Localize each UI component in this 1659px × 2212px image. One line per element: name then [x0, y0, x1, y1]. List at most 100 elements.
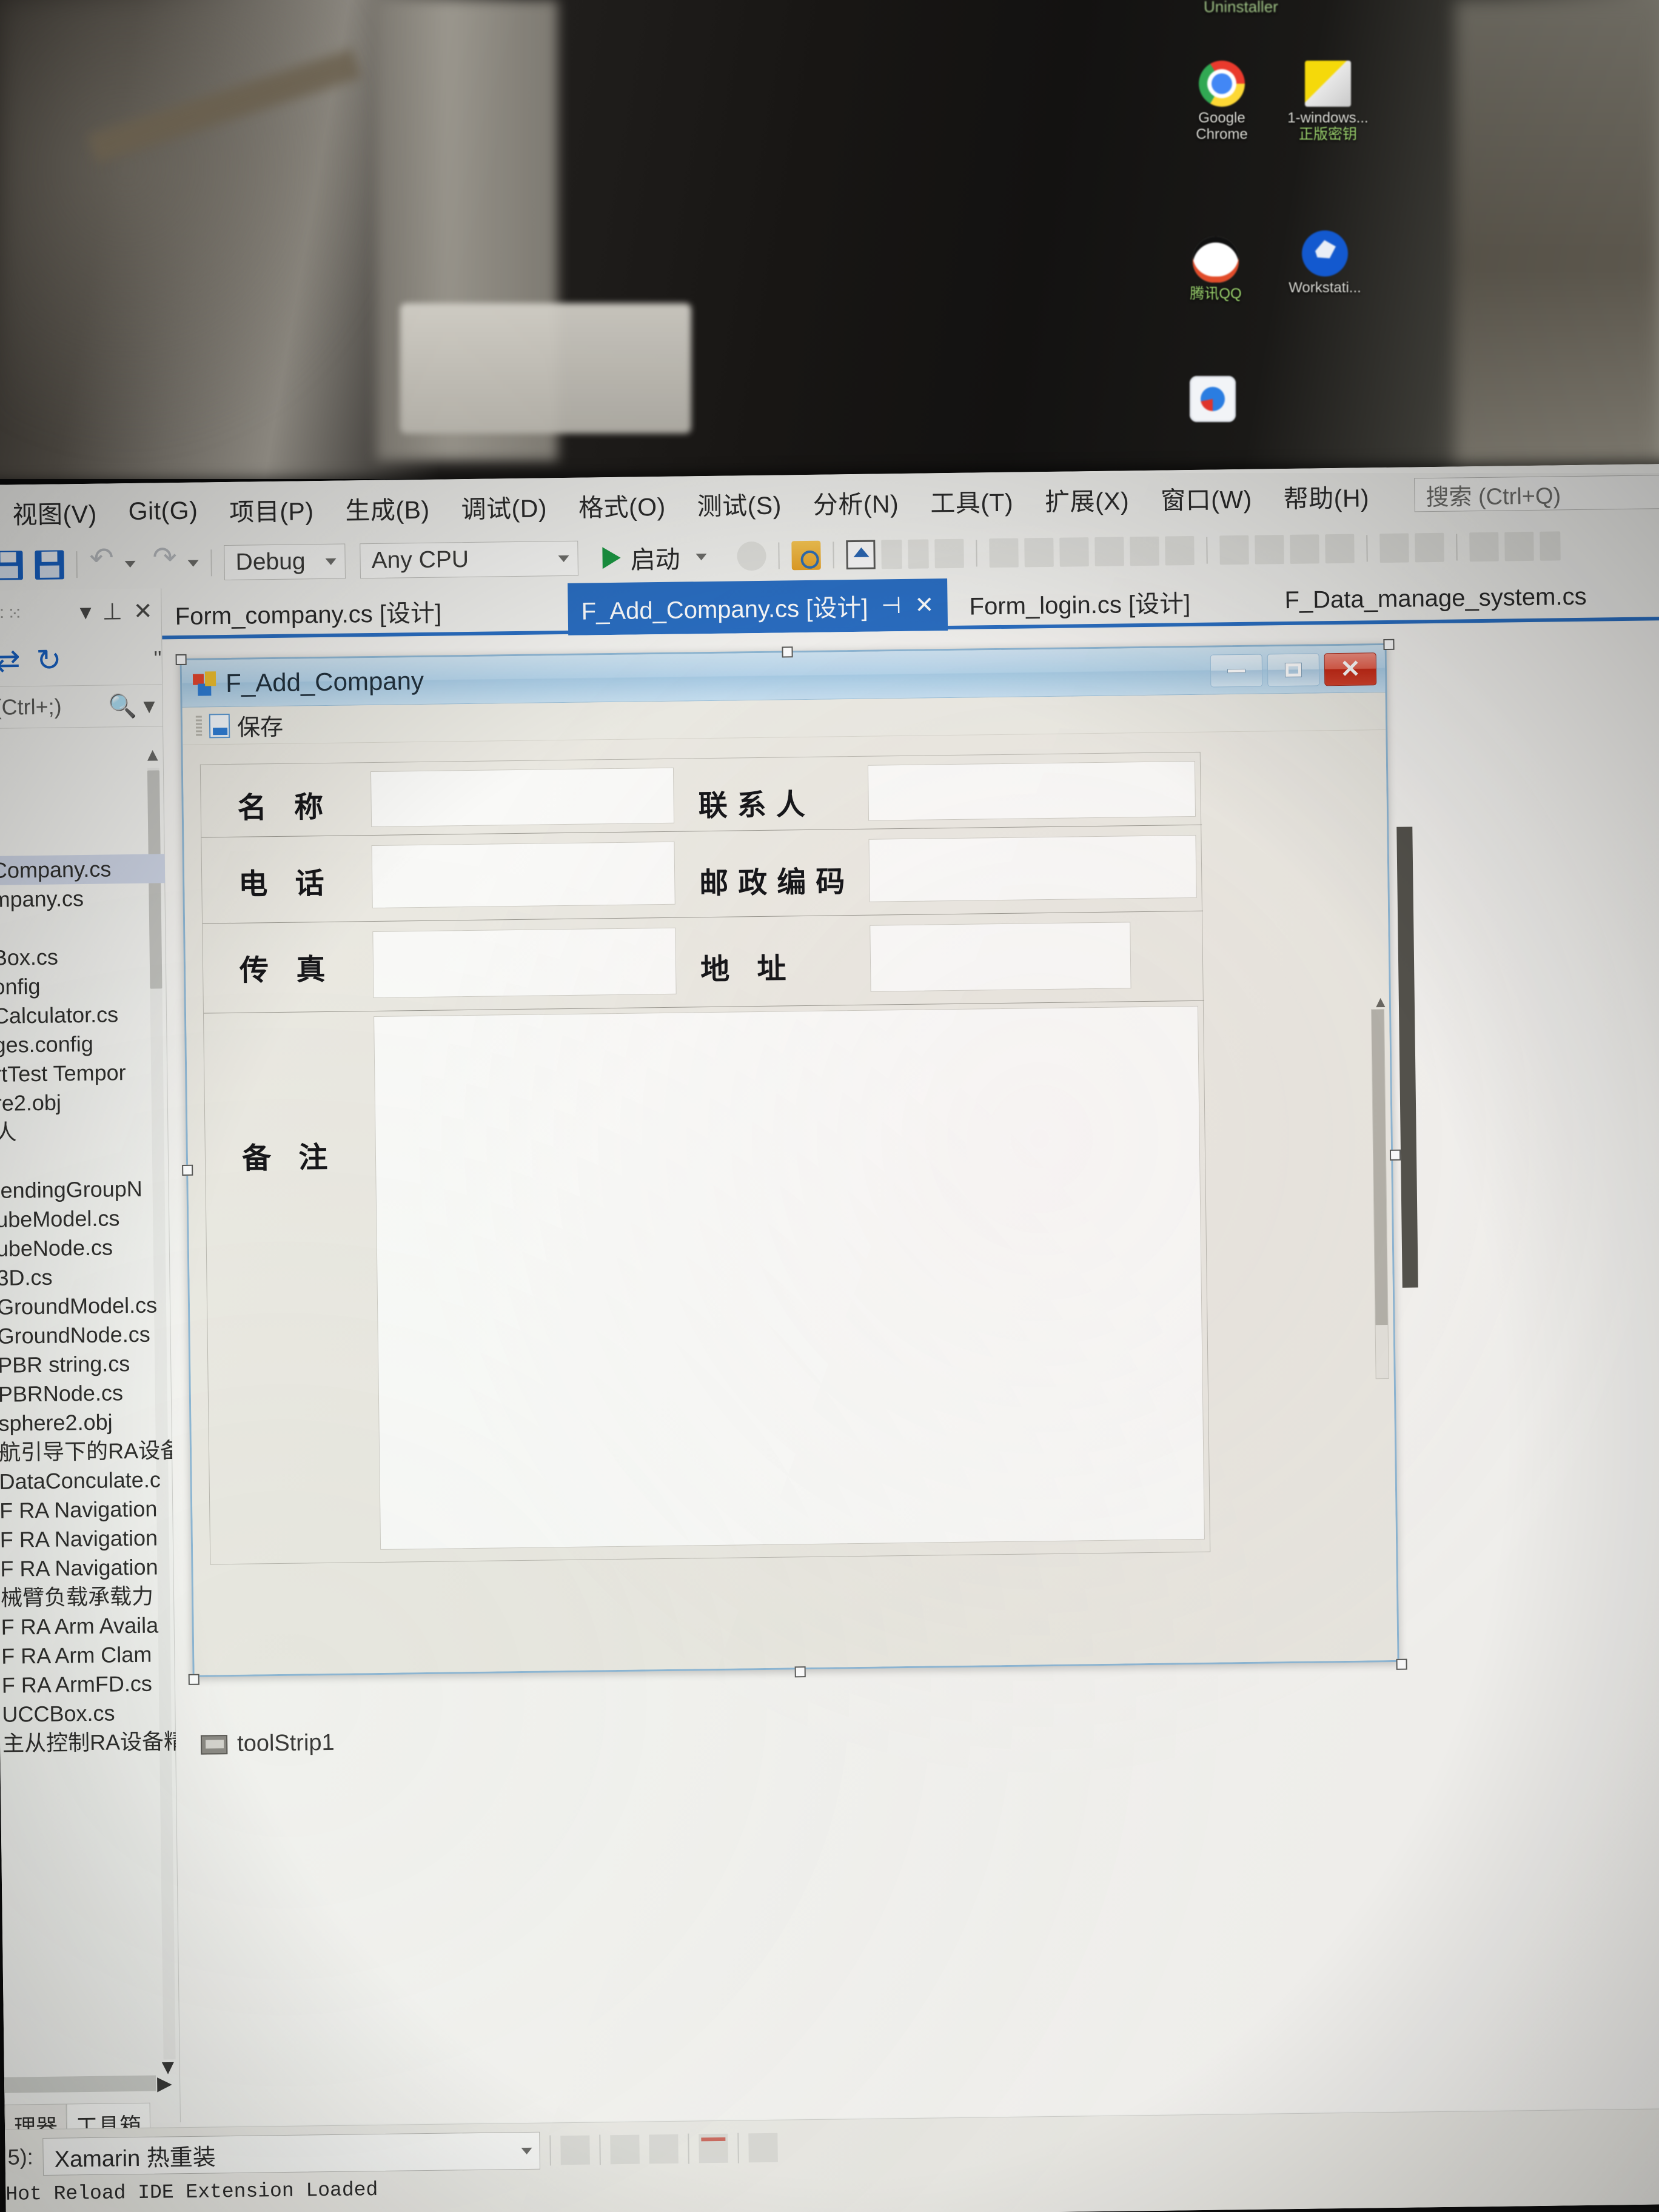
desktop-icon-windows-key[interactable]: 1-windows... 正版密钥 [1282, 61, 1373, 143]
form-designer-surface[interactable]: F_Add_Company ✕ 保存 名 称 联系人 电 话 邮政编码 传 真 … [163, 621, 1659, 2127]
resize-handle-bc[interactable] [794, 1666, 806, 1678]
resize-handle-tl[interactable] [175, 654, 187, 666]
textbox-postcode[interactable] [868, 834, 1197, 902]
solution-explorer-item[interactable]: F RA Navigation [0, 1494, 173, 1526]
solution-explorer-item[interactable]: re2.obj [0, 1087, 168, 1118]
solution-explorer-item[interactable] [0, 912, 166, 943]
horizontal-scrollbar[interactable] [4, 2075, 156, 2093]
solution-explorer-item[interactable]: 航引导下的RA设备 [0, 1436, 172, 1467]
center-horizontally-icon[interactable] [1325, 534, 1355, 564]
vertical-spacing-icon[interactable] [1415, 532, 1444, 563]
hot-reload-icon[interactable] [737, 541, 766, 571]
memo-vertical-scrollbar[interactable]: ▲ [1371, 993, 1389, 1379]
toggle-wrap-icon[interactable] [649, 2134, 679, 2164]
align-tops-icon[interactable] [1059, 537, 1089, 567]
desktop-icon-qq[interactable]: 腾讯QQ [1170, 236, 1261, 303]
redo-dropdown-icon[interactable] [187, 560, 199, 567]
clear-all-icon[interactable] [610, 2134, 640, 2165]
maximize-button[interactable] [1267, 653, 1320, 687]
desktop-icon-wps[interactable] [1167, 376, 1258, 426]
horizontal-spacing-icon[interactable] [1379, 533, 1409, 563]
menu-item-view[interactable]: 视图(V) [0, 493, 113, 531]
textbox-contact[interactable] [867, 760, 1196, 821]
pin-icon[interactable]: ⊥ [102, 598, 122, 625]
send-to-back-icon[interactable] [1504, 531, 1534, 561]
refresh-icon[interactable]: ↻ [36, 642, 62, 678]
textbox-name[interactable] [370, 767, 675, 828]
configuration-combo[interactable]: Debug [224, 543, 346, 581]
find-icon[interactable] [560, 2135, 590, 2165]
solution-explorer-item[interactable]: F RA Arm Availa [0, 1610, 175, 1642]
close-button[interactable]: ✕ [1324, 652, 1377, 686]
minimize-button[interactable] [1210, 654, 1263, 688]
resize-handle-br[interactable] [1396, 1658, 1407, 1670]
solution-explorer-item[interactable]: 3D.cs [0, 1261, 170, 1293]
search-input[interactable]: 搜索 (Ctrl+Q) [1414, 475, 1659, 512]
align-bottoms-icon[interactable] [1130, 536, 1159, 566]
undo-icon[interactable] [89, 549, 119, 579]
solution-explorer-item[interactable]: UCCBox.cs [0, 1698, 176, 1729]
resize-handle-tr[interactable] [1383, 638, 1395, 651]
solution-explorer-item[interactable]: PBR string.cs [0, 1349, 172, 1380]
solution-explorer-item[interactable]: PBRNode.cs [0, 1378, 172, 1409]
menu-item-tools[interactable]: 工具(T) [914, 481, 1030, 519]
menu-item-format[interactable]: 格式(O) [563, 486, 682, 524]
solution-explorer-item[interactable]: sphere2.obj [0, 1407, 172, 1438]
align-middles-icon[interactable] [1094, 537, 1124, 566]
solution-explorer-item[interactable]: lendingGroupN [0, 1174, 169, 1205]
snap-to-grid-icon[interactable] [881, 539, 902, 569]
chevron-down-icon[interactable]: ▾ [79, 598, 92, 625]
solution-explorer-item[interactable]: Company.cs [0, 854, 166, 885]
word-wrap-icon[interactable] [748, 2133, 778, 2163]
resize-handle-bl[interactable] [188, 1674, 199, 1685]
menu-item-analyze[interactable]: 分析(N) [797, 483, 914, 521]
resize-handle-tc[interactable] [782, 646, 793, 658]
align-centers-icon[interactable] [989, 538, 1019, 568]
platform-combo[interactable]: Any CPU [360, 540, 578, 579]
solution-explorer-item[interactable]: Box.cs [0, 941, 166, 973]
toolstrip-component-icon[interactable] [200, 1734, 228, 1755]
menu-item-test[interactable]: 测试(S) [681, 484, 797, 522]
form-client-area[interactable]: 名 称 联系人 电 话 邮政编码 传 真 地 址 备 注 ▲ [183, 729, 1418, 1675]
close-icon[interactable]: ✕ [133, 597, 153, 625]
redo-icon[interactable] [152, 549, 182, 578]
solution-explorer-item[interactable]: DataConculate.c [0, 1465, 173, 1496]
save-icon[interactable] [0, 551, 23, 580]
clear-pane-icon[interactable] [699, 2133, 728, 2163]
size-to-grid-icon[interactable] [1290, 534, 1319, 564]
solution-explorer-item[interactable]: GroundNode.cs [0, 1319, 171, 1351]
desktop-icon-workstation[interactable]: Workstati... [1279, 230, 1370, 297]
save-toolstrip-label[interactable]: 保存 [237, 708, 284, 742]
solution-explorer-item[interactable]: Calculator.cs [0, 999, 167, 1031]
solution-explorer-item[interactable]: F RA Navigation [0, 1552, 174, 1584]
close-icon[interactable]: ✕ [914, 591, 934, 618]
solution-explorer-item[interactable]: F RA Arm Clam [0, 1640, 175, 1671]
solution-explorer-item[interactable]: F RA ArmFD.cs [0, 1669, 175, 1700]
tab-form-login[interactable]: Form_login.cs [设计] [956, 575, 1204, 631]
play-icon[interactable] [602, 546, 621, 569]
make-same-size-icon[interactable] [1255, 535, 1284, 565]
solution-explorer-tree[interactable]: Company.cs mpany.cs Box.cs onfig Calculator.… [0, 774, 180, 2061]
solution-explorer-item[interactable]: GroundModel.cs [0, 1290, 170, 1322]
solution-explorer-search[interactable]: (Ctrl+;) 🔍 ▾ [0, 684, 163, 729]
align-rights-icon[interactable] [1024, 537, 1054, 568]
overflow-icon[interactable]: '' [153, 647, 161, 671]
start-dropdown-icon[interactable] [695, 553, 707, 560]
scroll-up-arrow-icon[interactable]: ▲ [1373, 993, 1389, 1011]
toolstrip-grip-icon[interactable] [195, 716, 203, 737]
tree-overflow-arrow-icon[interactable]: ▼ [158, 2056, 178, 2079]
solution-explorer-item[interactable]: 械臂负载承载力 [0, 1581, 174, 1613]
menu-item-project[interactable]: 项目(P) [213, 491, 330, 528]
search-icon[interactable]: 🔍 ▾ [108, 692, 155, 720]
solution-explorer-item[interactable]: rtTest Tempor [0, 1057, 167, 1089]
resize-handle-mr[interactable] [1389, 1149, 1401, 1161]
designed-form-window[interactable]: F_Add_Company ✕ 保存 名 称 联系人 电 话 邮政编码 传 真 … [175, 638, 1418, 1685]
textbox-address[interactable] [870, 922, 1131, 992]
drag-handle-icon[interactable]: ⁙⁙ [0, 603, 24, 625]
toolstrip-component-label[interactable]: toolStrip1 [237, 1730, 335, 1757]
sync-icon[interactable]: ⇄ [0, 643, 21, 679]
start-button-label[interactable]: 启动 [630, 539, 680, 576]
textbox-phone[interactable] [371, 841, 675, 909]
solution-explorer-item[interactable] [0, 1145, 169, 1176]
textbox-fax[interactable] [372, 927, 677, 999]
